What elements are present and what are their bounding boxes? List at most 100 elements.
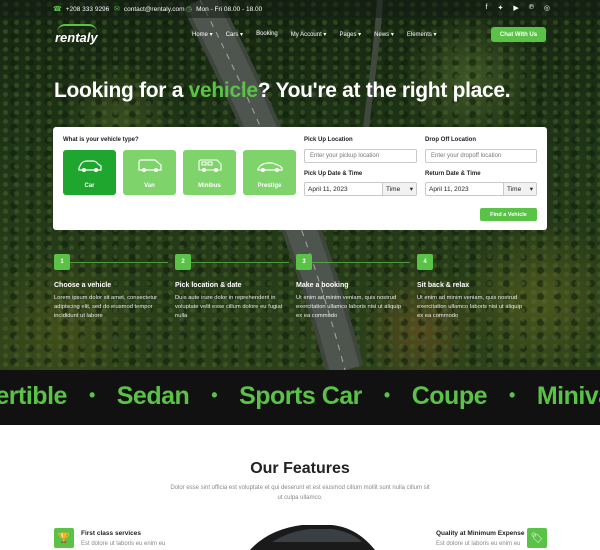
return-datetime-label: Return Date & Time (425, 171, 481, 177)
email-info[interactable]: ✉ contact@rentaly.com (114, 5, 185, 14)
step-number: 4 (417, 254, 433, 270)
nav-label: My Account (290, 32, 322, 38)
features-description: Dolor esse sint officia est voluptate et… (170, 485, 430, 501)
return-date-input[interactable]: April 11, 2023 (426, 183, 504, 195)
nav-label: Booking (256, 31, 278, 37)
vehicle-type-car[interactable]: Car (63, 150, 116, 195)
email-text: contact@rentaly.com (123, 5, 185, 13)
nav-item-pages[interactable]: Pages ▾ (339, 31, 361, 38)
nav-item-cars[interactable]: Cars ▾ (226, 31, 243, 38)
vehicle-type-label: What is your vehicle type? (63, 137, 139, 143)
nav-item-booking[interactable]: Booking (256, 31, 278, 38)
vehicle-type-name: Car (84, 183, 95, 189)
headline-accent: vehicle (188, 79, 258, 102)
step-title: Pick location & date (175, 282, 242, 289)
chevron-down-icon: ▾ (529, 186, 533, 193)
return-time-select[interactable]: Time ▾ (504, 183, 536, 195)
logo[interactable]: rentaly (55, 24, 98, 45)
trophy-icon: 🏆 (54, 528, 74, 548)
find-vehicle-button[interactable]: Find a Vehicle (480, 208, 537, 221)
vehicle-type-name: Prestige (257, 183, 282, 189)
pickup-datetime-label: Pick Up Date & Time (304, 171, 363, 177)
vehicle-type-name: Minibus (198, 183, 221, 189)
nav-label: News (374, 32, 390, 38)
step-text: Lorem ipsum dolor sit amet, consectetur … (54, 295, 158, 319)
time-value: Time (507, 185, 522, 193)
vehicle-type-minibus[interactable]: Minibus (183, 150, 236, 195)
dropoff-location-input[interactable]: Enter your dropoff location (425, 149, 537, 163)
step-number: 2 (175, 254, 191, 270)
car-icon (78, 160, 102, 172)
step-number: 3 (296, 254, 312, 270)
step-text: Ut enim ad minim veniam, quis nostrud ex… (417, 295, 523, 319)
logo-text: rentaly (55, 30, 98, 45)
return-datetime-field: April 11, 2023 Time ▾ (425, 182, 537, 196)
feature-title: First class services (81, 530, 141, 537)
phone-text: +208 333 9296 (65, 5, 110, 13)
step-number: 1 (54, 254, 70, 270)
vehicle-type-van[interactable]: Van (123, 150, 176, 195)
marquee-item: Sedan (116, 382, 190, 410)
nav-item-my-account[interactable]: My Account ▾ (291, 31, 327, 38)
nav-label: Home (192, 32, 209, 38)
twitter-icon[interactable]: ✦ (497, 4, 503, 12)
step-2: 2 Pick location & date Duis aute irure d… (175, 254, 289, 321)
nav-item-elements[interactable]: Elements ▾ (407, 31, 437, 38)
vehicle-type-prestige[interactable]: Prestige (243, 150, 296, 195)
step-divider (191, 262, 289, 263)
instagram-icon[interactable]: ◎ (544, 4, 550, 12)
pickup-location-input[interactable]: Enter your pickup location (304, 149, 417, 163)
step-3: 3 Make a booking Ut enim ad minim veniam… (296, 254, 410, 321)
step-title: Make a booking (296, 282, 349, 289)
youtube-icon[interactable]: ▶ (513, 4, 518, 12)
hero-headline: Looking for a vehicle? You're at the rig… (54, 79, 511, 103)
step-title: Choose a vehicle (54, 282, 112, 289)
clock-icon: ◷ (186, 6, 193, 13)
social-links: f ✦ ▶ ℗ ◎ (486, 4, 551, 12)
bullet-separator: • (509, 385, 515, 405)
nav-item-home[interactable]: Home ▾ (192, 31, 213, 38)
featured-car-image (249, 525, 375, 550)
search-card: What is your vehicle type? Car Van Minib… (53, 127, 547, 230)
step-divider (312, 262, 410, 263)
pickup-datetime-field: April 11, 2023 Time ▾ (304, 182, 417, 196)
time-value: Time (386, 185, 401, 193)
feature-first-class: 🏆 First class services Est dolore ut lab… (54, 528, 165, 548)
top-bar: ☎ +208 333 9296 ✉ contact@rentaly.com ◷ … (0, 0, 600, 18)
facebook-icon[interactable]: f (486, 4, 488, 12)
step-text: Duis aute irure dolor in reprehenderit i… (175, 295, 283, 319)
nav-item-news[interactable]: News ▾ (374, 31, 394, 38)
bullet-separator: • (88, 385, 95, 405)
chat-with-us-button[interactable]: Chat With Us (491, 27, 546, 42)
dropoff-location-label: Drop Off Location (425, 137, 476, 143)
envelope-icon: ✉ (114, 6, 120, 13)
marquee-item: Coupe (411, 382, 488, 410)
sports-car-icon (257, 162, 283, 172)
pickup-date-input[interactable]: April 11, 2023 (305, 183, 383, 195)
vehicle-type-name: Van (144, 183, 155, 189)
feature-text: Est dolore ut laboris eu enim eu (436, 541, 521, 547)
step-title: Sit back & relax (417, 282, 470, 289)
marquee-item: vertible (0, 382, 67, 410)
nav-label: Pages (339, 32, 357, 38)
bullet-separator: • (211, 385, 218, 405)
minibus-icon (198, 159, 222, 172)
step-text: Ut enim ad minim veniam, quis nostrud ex… (296, 295, 402, 319)
pickup-time-select[interactable]: Time ▾ (383, 183, 416, 195)
chevron-down-icon: ▾ (409, 186, 413, 193)
van-icon (138, 159, 162, 172)
pinterest-icon[interactable]: ℗ (529, 4, 534, 12)
step-divider (70, 262, 168, 263)
headline-part: ? You're at the right place. (257, 79, 511, 102)
hours-info: ◷ Mon - Fri 08.00 - 18.00 (186, 5, 262, 14)
vehicle-type-marquee: vertible • Sedan • Sports Car • Coupe • Minivan (0, 370, 600, 425)
logo-swoosh (57, 24, 97, 32)
phone-info[interactable]: ☎ +208 333 9296 (53, 5, 110, 14)
nav-label: Cars (225, 32, 239, 38)
step-4: 4 Sit back & relax Ut enim ad minim veni… (417, 254, 527, 321)
features-title: Our Features (250, 460, 350, 477)
marquee-item: Sports Car (239, 382, 362, 410)
nav-label: Elements (406, 32, 432, 38)
marquee-track: vertible • Sedan • Sports Car • Coupe • Minivan (0, 382, 600, 411)
phone-icon: ☎ (53, 6, 62, 13)
